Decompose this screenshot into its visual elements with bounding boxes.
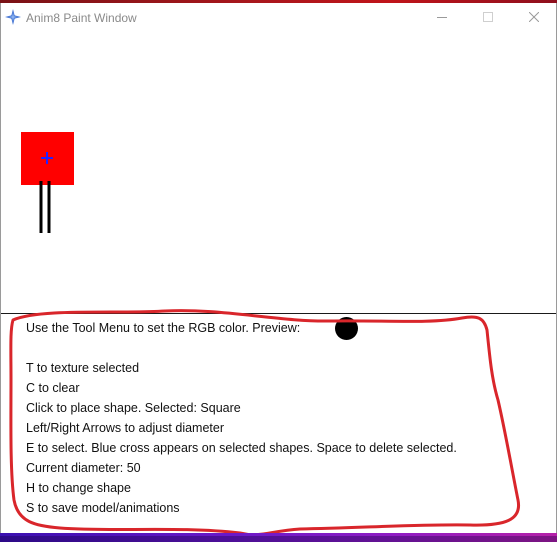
canvas-shapes (21, 132, 74, 233)
info-line-clear: C to clear (26, 381, 80, 395)
color-preview-swatch (335, 317, 358, 340)
info-line-place-shape: Click to place shape. Selected: Square (26, 401, 241, 415)
window-title: Anim8 Paint Window (26, 11, 137, 25)
info-line-select: E to select. Blue cross appears on selec… (26, 441, 457, 455)
info-line-change-shape: H to change shape (26, 481, 131, 495)
desktop-bottom-shade (0, 536, 557, 542)
maximize-icon (483, 12, 493, 22)
minimize-button[interactable] (419, 3, 465, 32)
drawing-canvas[interactable] (1, 32, 556, 313)
info-line-save: S to save model/animations (26, 501, 180, 515)
minimize-icon (437, 17, 447, 18)
info-line-current-diameter: Current diameter: 50 (26, 461, 141, 475)
title-bar[interactable]: Anim8 Paint Window (1, 3, 556, 32)
preview-text: Use the Tool Menu to set the RGB color. … (26, 321, 301, 335)
app-icon (5, 9, 21, 25)
close-icon (529, 12, 539, 22)
info-panel: Use the Tool Menu to set the RGB color. … (1, 314, 556, 533)
maximize-button[interactable] (465, 3, 511, 32)
close-button[interactable] (511, 3, 557, 32)
info-line-texture: T to texture selected (26, 361, 140, 375)
app-window: Anim8 Paint Window Use the Tool Menu to … (0, 0, 557, 542)
info-line-diameter-keys: Left/Right Arrows to adjust diameter (26, 421, 225, 435)
